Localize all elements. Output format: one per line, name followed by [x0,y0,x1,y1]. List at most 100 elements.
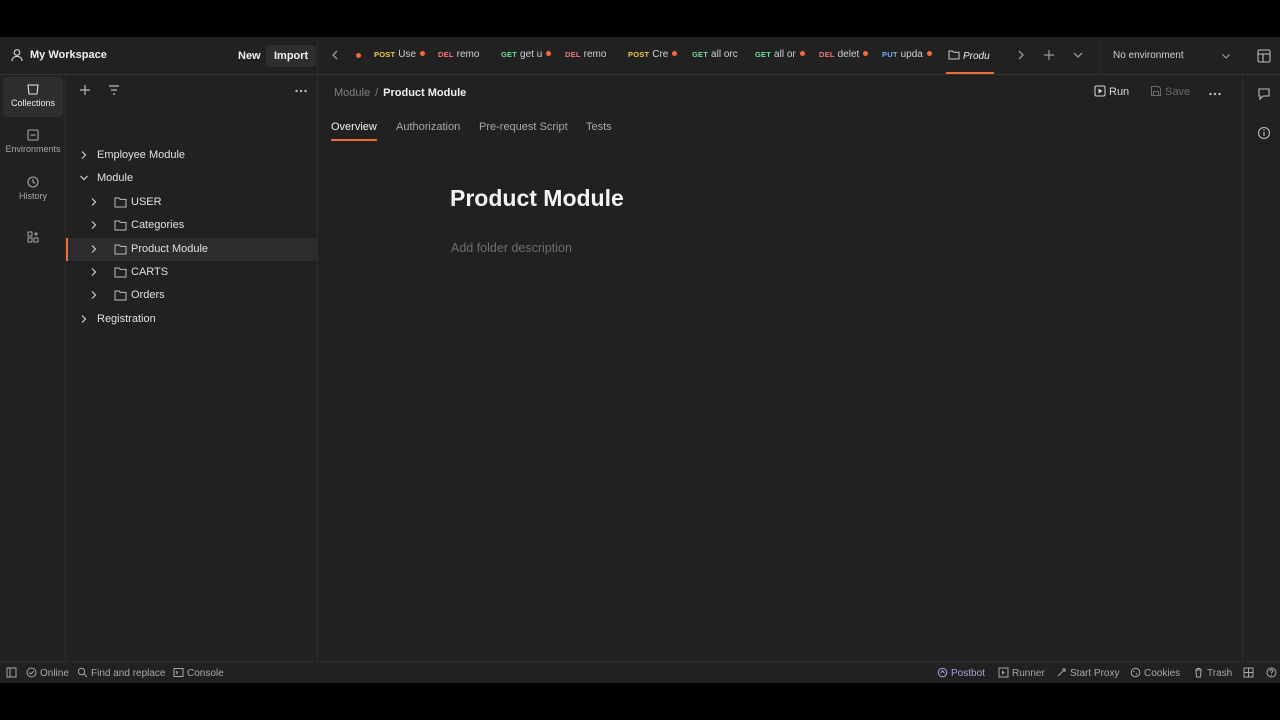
chevron-right-icon[interactable] [89,267,99,277]
chevron-down-icon[interactable] [79,173,89,183]
folder-icon [948,50,960,60]
chevron-down-icon[interactable] [1071,48,1085,62]
online-status[interactable]: Online [26,667,69,679]
comments-icon[interactable] [1257,87,1271,101]
new-button[interactable]: New [230,45,269,67]
info-icon[interactable] [1257,126,1271,140]
cookies-button[interactable]: Cookies [1130,667,1180,679]
tree-label: Module [97,172,134,184]
tree-label: Categories [131,219,185,231]
trash-button[interactable]: Trash [1193,667,1232,679]
tree-folder-orders[interactable]: Orders [66,284,317,307]
runner-icon [998,667,1009,678]
folder-icon [114,244,127,255]
chevron-right-icon[interactable] [89,220,99,230]
tab-request-1[interactable]: DEL remo [438,49,479,65]
postbot-button[interactable]: Postbot [937,667,985,679]
tab-request-7[interactable]: DEL delet [819,49,869,65]
cookie-icon [1130,667,1141,678]
chevron-right-icon[interactable] [79,150,89,160]
run-label: Run [1109,86,1130,98]
tree-folder-user[interactable]: USER [66,191,317,214]
tab-label: Use [398,49,417,60]
plus-icon[interactable] [1042,48,1056,62]
tab-request-5[interactable]: GET all orc [692,49,738,65]
rail-history[interactable]: History [3,170,63,210]
workspace-title[interactable]: My Workspace [30,49,107,61]
environment-label: No environment [1113,50,1184,61]
tab-request-6[interactable]: GET all or [755,49,805,65]
tab-request-8[interactable]: PUT upda [882,49,932,65]
runner-button[interactable]: Runner [998,667,1045,679]
tree-item-employee-module[interactable]: Employee Module [66,144,317,167]
more-options-icon[interactable] [294,84,308,98]
help-icon[interactable] [1266,667,1277,678]
toggle-sidebar-icon[interactable] [6,667,17,678]
run-button[interactable]: Run [1094,85,1129,98]
tab-authorization[interactable]: Authorization [396,121,460,139]
rail-configure[interactable] [3,225,63,249]
tab-tests[interactable]: Tests [586,121,612,139]
unsaved-dot [926,51,932,56]
start-proxy-button[interactable]: Start Proxy [1056,667,1119,679]
chevron-right-icon[interactable] [89,244,99,254]
tab-method: POST [628,50,650,59]
left-rail: Collections Environments History [0,75,66,661]
folder-description-input[interactable]: Add folder description [451,241,572,255]
chevron-right-icon[interactable] [79,314,89,324]
console-button[interactable]: Console [173,667,224,679]
environment-selector[interactable]: No environment [1100,37,1242,75]
save-label: Save [1165,86,1191,98]
tab-request-2[interactable]: GET get u [501,49,552,65]
layout-icon[interactable] [1243,667,1254,678]
more-options-icon[interactable] [1208,87,1222,101]
filter-icon[interactable] [107,83,121,97]
rail-collections[interactable]: Collections [3,77,63,117]
tree-label: Product Module [131,243,209,255]
tab-label: Cre [652,49,669,60]
environment-quick-look-icon[interactable] [1256,48,1272,64]
import-button[interactable]: Import [266,45,317,67]
tree-folder-carts[interactable]: CARTS [66,261,317,284]
tab-method: PUT [882,50,898,59]
save-button[interactable]: Save [1150,85,1190,98]
tree-folder-categories[interactable]: Categories [66,214,317,237]
chevron-right-icon[interactable] [89,197,99,207]
save-icon [1151,86,1161,96]
app-window: My Workspace New Import POST Use DEL remo … [0,37,1280,683]
history-icon [27,176,39,188]
tab-pre-request-script[interactable]: Pre-request Script [479,121,568,139]
find-replace-label: Find and replace [91,668,166,679]
breadcrumb-separator: / [375,87,379,99]
tree-item-registration[interactable]: Registration [66,308,317,331]
tree-item-module[interactable]: Module [66,167,317,190]
main-panel: Module / Product Module Run Save Overview … [318,75,1242,661]
chevron-left-icon[interactable] [328,48,342,62]
rail-label: Collections [10,98,56,108]
folder-title[interactable]: Product Module [450,185,624,212]
tree-folder-product-module[interactable]: Product Module [66,238,317,261]
unsaved-dot [420,51,426,56]
cookies-label: Cookies [1144,668,1181,679]
environments-icon [27,129,39,141]
tab-overview[interactable]: Overview [331,121,377,141]
tab-label: Produ [963,51,990,62]
tree-label: Employee Module [97,149,186,161]
tab-request-3[interactable]: DEL remo [565,49,606,65]
tab-method: GET [755,50,772,59]
chevron-down-icon [1222,54,1230,59]
find-replace-button[interactable]: Find and replace [77,667,166,679]
tree-label: CARTS [131,266,169,278]
tab-request-0[interactable]: POST Use [374,49,426,65]
tab-request-4[interactable]: POST Cre [628,49,678,65]
plus-icon[interactable] [78,83,92,97]
breadcrumb-parent[interactable]: Module [334,87,370,99]
breadcrumb-current[interactable]: Product Module [383,87,466,99]
chevron-right-icon[interactable] [89,290,99,300]
trash-label: Trash [1207,668,1233,679]
rail-environments[interactable]: Environments [3,123,63,163]
user-icon [11,49,23,62]
tab-method: GET [501,50,518,59]
chevron-right-icon[interactable] [1014,48,1028,62]
tab-product-module[interactable]: Produ [946,37,994,74]
